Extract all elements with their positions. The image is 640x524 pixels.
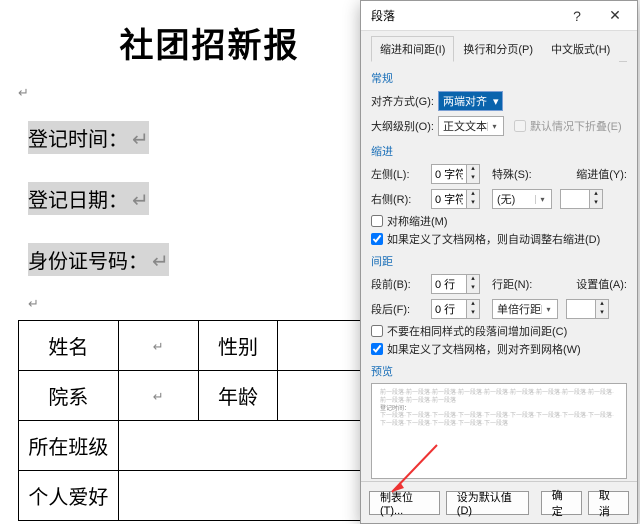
- label-left: 左侧(L):: [371, 166, 427, 182]
- ok-button[interactable]: 确定: [541, 491, 582, 515]
- select-align[interactable]: 两端对齐▾: [438, 91, 504, 111]
- doc-table: 姓名 ↵ 性别 院系 ↵ 年龄 所在班级 个人爱好: [18, 320, 408, 521]
- cell-age-label[interactable]: 年龄: [198, 371, 278, 421]
- section-spacing: 间距: [371, 253, 627, 269]
- spin-after[interactable]: ▴▾: [431, 299, 480, 319]
- tab-line-page[interactable]: 换行和分页(P): [454, 36, 542, 62]
- paragraph-mark: ↵: [18, 85, 401, 101]
- doc-line-2[interactable]: 登记日期：↵: [28, 182, 149, 215]
- label-outline: 大纲级别(O):: [371, 118, 434, 134]
- spin-at[interactable]: ▴▾: [566, 299, 609, 319]
- select-special[interactable]: (无)▾: [492, 189, 552, 209]
- cell-dept-label[interactable]: 院系: [19, 371, 119, 421]
- tab-asian[interactable]: 中文版式(H): [542, 36, 619, 62]
- section-indent: 缩进: [371, 143, 627, 159]
- section-general: 常规: [371, 70, 627, 86]
- dialog-title: 段落: [371, 7, 395, 24]
- doc-title: 社团招新报: [18, 18, 401, 67]
- label-before: 段前(B):: [371, 276, 427, 292]
- check-mirror[interactable]: [371, 215, 383, 227]
- section-preview: 预览: [371, 363, 627, 379]
- help-button[interactable]: ?: [559, 3, 595, 29]
- cell-gender-label[interactable]: 性别: [198, 321, 278, 371]
- cell-name-value[interactable]: ↵: [118, 321, 198, 371]
- spin-left[interactable]: ▴▾: [431, 164, 480, 184]
- doc-line-1[interactable]: 登记时间：↵: [28, 121, 149, 154]
- label-align: 对齐方式(G):: [371, 93, 434, 109]
- dialog-tabs: 缩进和间距(I) 换行和分页(P) 中文版式(H): [371, 35, 627, 62]
- label-right: 右侧(R):: [371, 191, 427, 207]
- cell-hobby-label[interactable]: 个人爱好: [19, 471, 119, 521]
- document-page: 社团招新报 ↵ 登记时间：↵ 登记日期：↵ 身份证号码：↵ ↵ 姓名 ↵ 性别 …: [0, 0, 420, 524]
- check-collapse: [514, 120, 526, 132]
- cancel-button[interactable]: 取消: [588, 491, 629, 515]
- dialog-footer: 制表位(T)... 设为默认值(D) 确定 取消: [361, 481, 637, 523]
- label-after: 段后(F):: [371, 301, 427, 317]
- tab-indent-spacing[interactable]: 缩进和间距(I): [371, 36, 454, 62]
- spin-byvalue[interactable]: ▴▾: [560, 189, 603, 209]
- cell-name-label[interactable]: 姓名: [19, 321, 119, 371]
- preview-box: 前一段落·前一段落·前一段落·前一段落·前一段落·前一段落·前一段落·前一段落·…: [371, 383, 627, 479]
- dialog-titlebar: 段落 ? ✕: [361, 1, 637, 31]
- select-outline[interactable]: 正文文本▾: [438, 116, 504, 136]
- check-grid-space[interactable]: [371, 343, 383, 355]
- spin-right[interactable]: ▴▾: [431, 189, 480, 209]
- spin-before[interactable]: ▴▾: [431, 274, 480, 294]
- default-button[interactable]: 设为默认值(D): [446, 491, 529, 515]
- tabs-button[interactable]: 制表位(T)...: [369, 491, 440, 515]
- cell-class-label[interactable]: 所在班级: [19, 421, 119, 471]
- close-button[interactable]: ✕: [597, 3, 633, 29]
- label-special: 特殊(S):: [492, 166, 532, 182]
- check-grid-indent[interactable]: [371, 233, 383, 245]
- label-linesp: 行距(N):: [492, 276, 532, 292]
- label-at: 设置值(A):: [576, 276, 627, 292]
- cell-dept-value[interactable]: ↵: [118, 371, 198, 421]
- check-nospace[interactable]: [371, 325, 383, 337]
- label-byvalue: 缩进值(Y):: [576, 166, 627, 182]
- doc-line-3[interactable]: 身份证号码：↵: [28, 243, 169, 276]
- paragraph-dialog: 段落 ? ✕ 缩进和间距(I) 换行和分页(P) 中文版式(H) 常规 对齐方式…: [360, 0, 638, 524]
- paragraph-mark: ↵: [28, 296, 401, 312]
- select-linesp[interactable]: 单倍行距▾: [492, 299, 558, 319]
